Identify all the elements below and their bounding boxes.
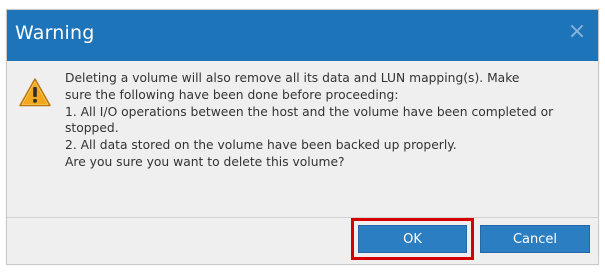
warning-triangle-icon: [19, 78, 51, 107]
message-line: 2. All data stored on the volume have be…: [65, 138, 457, 153]
message-line: sure the following have been done before…: [65, 87, 399, 102]
dialog-title: Warning: [15, 22, 95, 44]
ok-button[interactable]: OK: [358, 225, 467, 253]
message-line: Deleting a volume will also remove all i…: [65, 71, 520, 85]
dialog-titlebar: Warning ×: [7, 10, 598, 61]
message-line: stopped.: [65, 121, 119, 136]
warning-message: Deleting a volume will also remove all i…: [65, 70, 585, 171]
message-line: Are you sure you want to delete this vol…: [65, 154, 345, 169]
footer-divider: [7, 217, 598, 218]
message-line: 1. All I/O operations between the host a…: [65, 104, 554, 119]
close-icon[interactable]: ×: [566, 21, 588, 43]
cancel-button[interactable]: Cancel: [480, 225, 590, 253]
